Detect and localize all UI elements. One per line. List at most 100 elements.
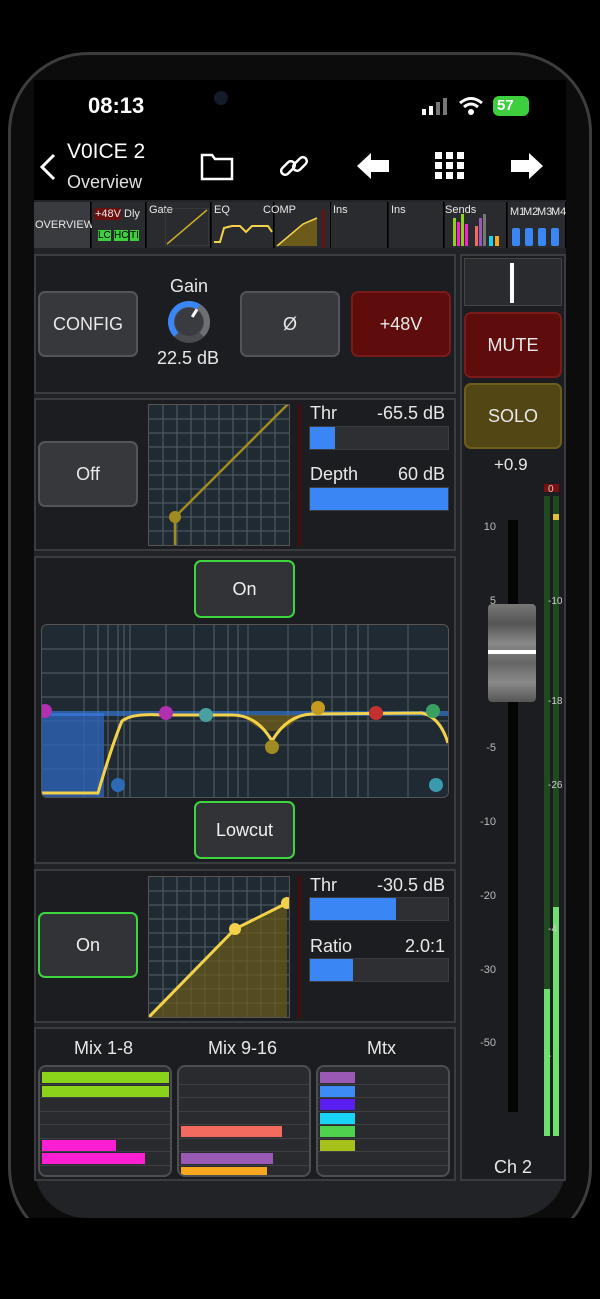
eq-state-label: On [232,578,257,599]
tab-lc-label: LC [98,230,111,241]
fader-scale-tick: -5 [486,742,496,754]
fader-scale-tick: -30 [480,964,496,976]
mtx-row-divider [318,1097,448,1098]
eq-graph[interactable] [41,624,449,798]
tab-gate[interactable]: Gate [147,202,211,248]
mix-1-8-send-bar [42,1153,145,1164]
mix-9-16-row-divider [179,1137,309,1139]
mute-button[interactable]: MUTE [464,312,562,378]
mix-9-16-row-divider [179,1097,309,1098]
mix-9-16-sends[interactable] [177,1065,311,1177]
comp-thumb-icon [276,210,325,248]
mix-9-16-label: Mix 9-16 [208,1038,278,1058]
gate-depth-label: Depth [310,464,359,484]
battery-icon: 57 [493,96,529,116]
back-chevron-icon[interactable] [38,152,58,187]
folder-icon[interactable] [200,151,234,186]
tab-ti-label: TI [130,230,139,241]
phantom-power-button[interactable]: +48V [351,291,451,357]
fader-knob[interactable] [488,604,536,702]
gate-graph [148,400,292,547]
mtx-send-bar [320,1126,356,1137]
mix-1-8-sends[interactable] [38,1065,172,1177]
comp-toggle-button[interactable]: On [38,912,138,978]
gate-thr-fill [310,427,335,449]
mtx-row-divider [318,1151,448,1152]
tab-main-4: M4 [551,206,567,218]
mix-1-8-send-bar [42,1139,117,1151]
mix-1-8-send-bar [42,1072,170,1083]
mix-9-16-send-bar [181,1153,274,1164]
tab-overview-label: OVERVIEW [35,219,95,231]
gate-toggle-button[interactable]: Off [38,441,138,507]
channel-label: Ch 2 [494,1157,533,1177]
gain-knob[interactable] [160,298,218,351]
gate-meter [298,404,301,546]
screen-bottom-mask [0,1218,600,1299]
mix-9-16-send-bar [181,1166,267,1175]
gate-state-label: Off [76,463,100,484]
mix-9-16-row-divider [179,1151,309,1152]
sends-thumb-icon [453,214,499,246]
tab-preamp[interactable]: +48V Dly LC HC TI [92,202,146,248]
comp-thr-slider[interactable] [309,897,449,921]
mix-1-8-label: Mix 1-8 [74,1038,134,1058]
mix-1-8-row-divider [40,1164,170,1166]
meter-scale-tick: 0 [548,484,554,495]
meter-scale-tick: -4 [548,924,557,935]
channel-name[interactable]: V0ICE 2 [67,140,145,164]
mix-9-16-row-divider [179,1124,309,1125]
mtx-send-bar [320,1072,356,1083]
gate-thr-value: -65.5 dB [376,403,445,423]
previous-channel-arrow-icon[interactable] [355,151,391,186]
mix-1-8-row-divider [40,1097,170,1098]
phase-invert-button[interactable]: Ø [240,291,340,357]
tab-main-3: M3 [537,206,553,218]
fader-scale-tick: -20 [480,890,496,902]
fader-knob-line [488,650,536,654]
eq-toggle-button[interactable]: On [194,560,295,618]
comp-thr-value: -30.5 dB [376,875,445,895]
tab-insert-2[interactable]: Ins [389,202,444,248]
lowcut-button[interactable]: Lowcut [194,801,295,859]
tab-overview[interactable]: OVERVIEW [34,202,95,248]
link-icon[interactable] [278,150,310,187]
mix-9-16-row-divider [179,1083,309,1085]
gain-label: Gain [170,276,209,296]
mix-1-8-row-divider [40,1110,170,1112]
battery-level: 57 [497,97,514,114]
tab-insert-1-label: Ins [333,204,348,216]
tab-sends[interactable]: Sends [445,202,507,248]
solo-button[interactable]: SOLO [464,383,562,449]
mix-1-8-send-bar [42,1085,170,1097]
gate-thr-slider[interactable] [309,426,449,450]
tab-insert-1[interactable]: Ins [331,202,388,248]
grid-menu-icon[interactable] [434,151,466,186]
tab-mains[interactable]: M1 M2 M3 M4 [508,202,566,248]
mtx-row-divider [318,1137,448,1139]
gate-depth-slider[interactable] [309,487,449,511]
lowcut-label: Lowcut [215,819,274,840]
mix-1-8-row-divider [40,1083,170,1085]
tab-comp[interactable]: COMP [263,202,331,248]
tab-hc-label: HC [114,230,129,241]
pan-control[interactable] [464,258,562,306]
signal-icon [422,98,448,121]
mtx-row-divider [318,1110,448,1112]
fader-value: +0.9 [494,455,528,474]
mtx-sends[interactable] [316,1065,450,1177]
mix-9-16-send-bar [181,1126,283,1137]
comp-thr-fill [310,898,396,920]
pan-indicator [510,263,514,303]
tab-main-2: M2 [523,206,539,218]
meter-scale-tick: -10 [548,596,563,607]
page-subtitle: Overview [67,172,143,192]
mtx-row-divider [318,1164,448,1166]
fader-scale-tick: -50 [480,1037,496,1049]
meter-scale-tick: -26 [548,780,563,791]
mute-label: MUTE [487,334,539,355]
config-button[interactable]: CONFIG [38,291,138,357]
next-channel-arrow-icon[interactable] [509,151,545,186]
comp-ratio-slider[interactable] [309,958,449,982]
fader-scale: 1050-5-10-20-30-50 [466,480,496,1100]
